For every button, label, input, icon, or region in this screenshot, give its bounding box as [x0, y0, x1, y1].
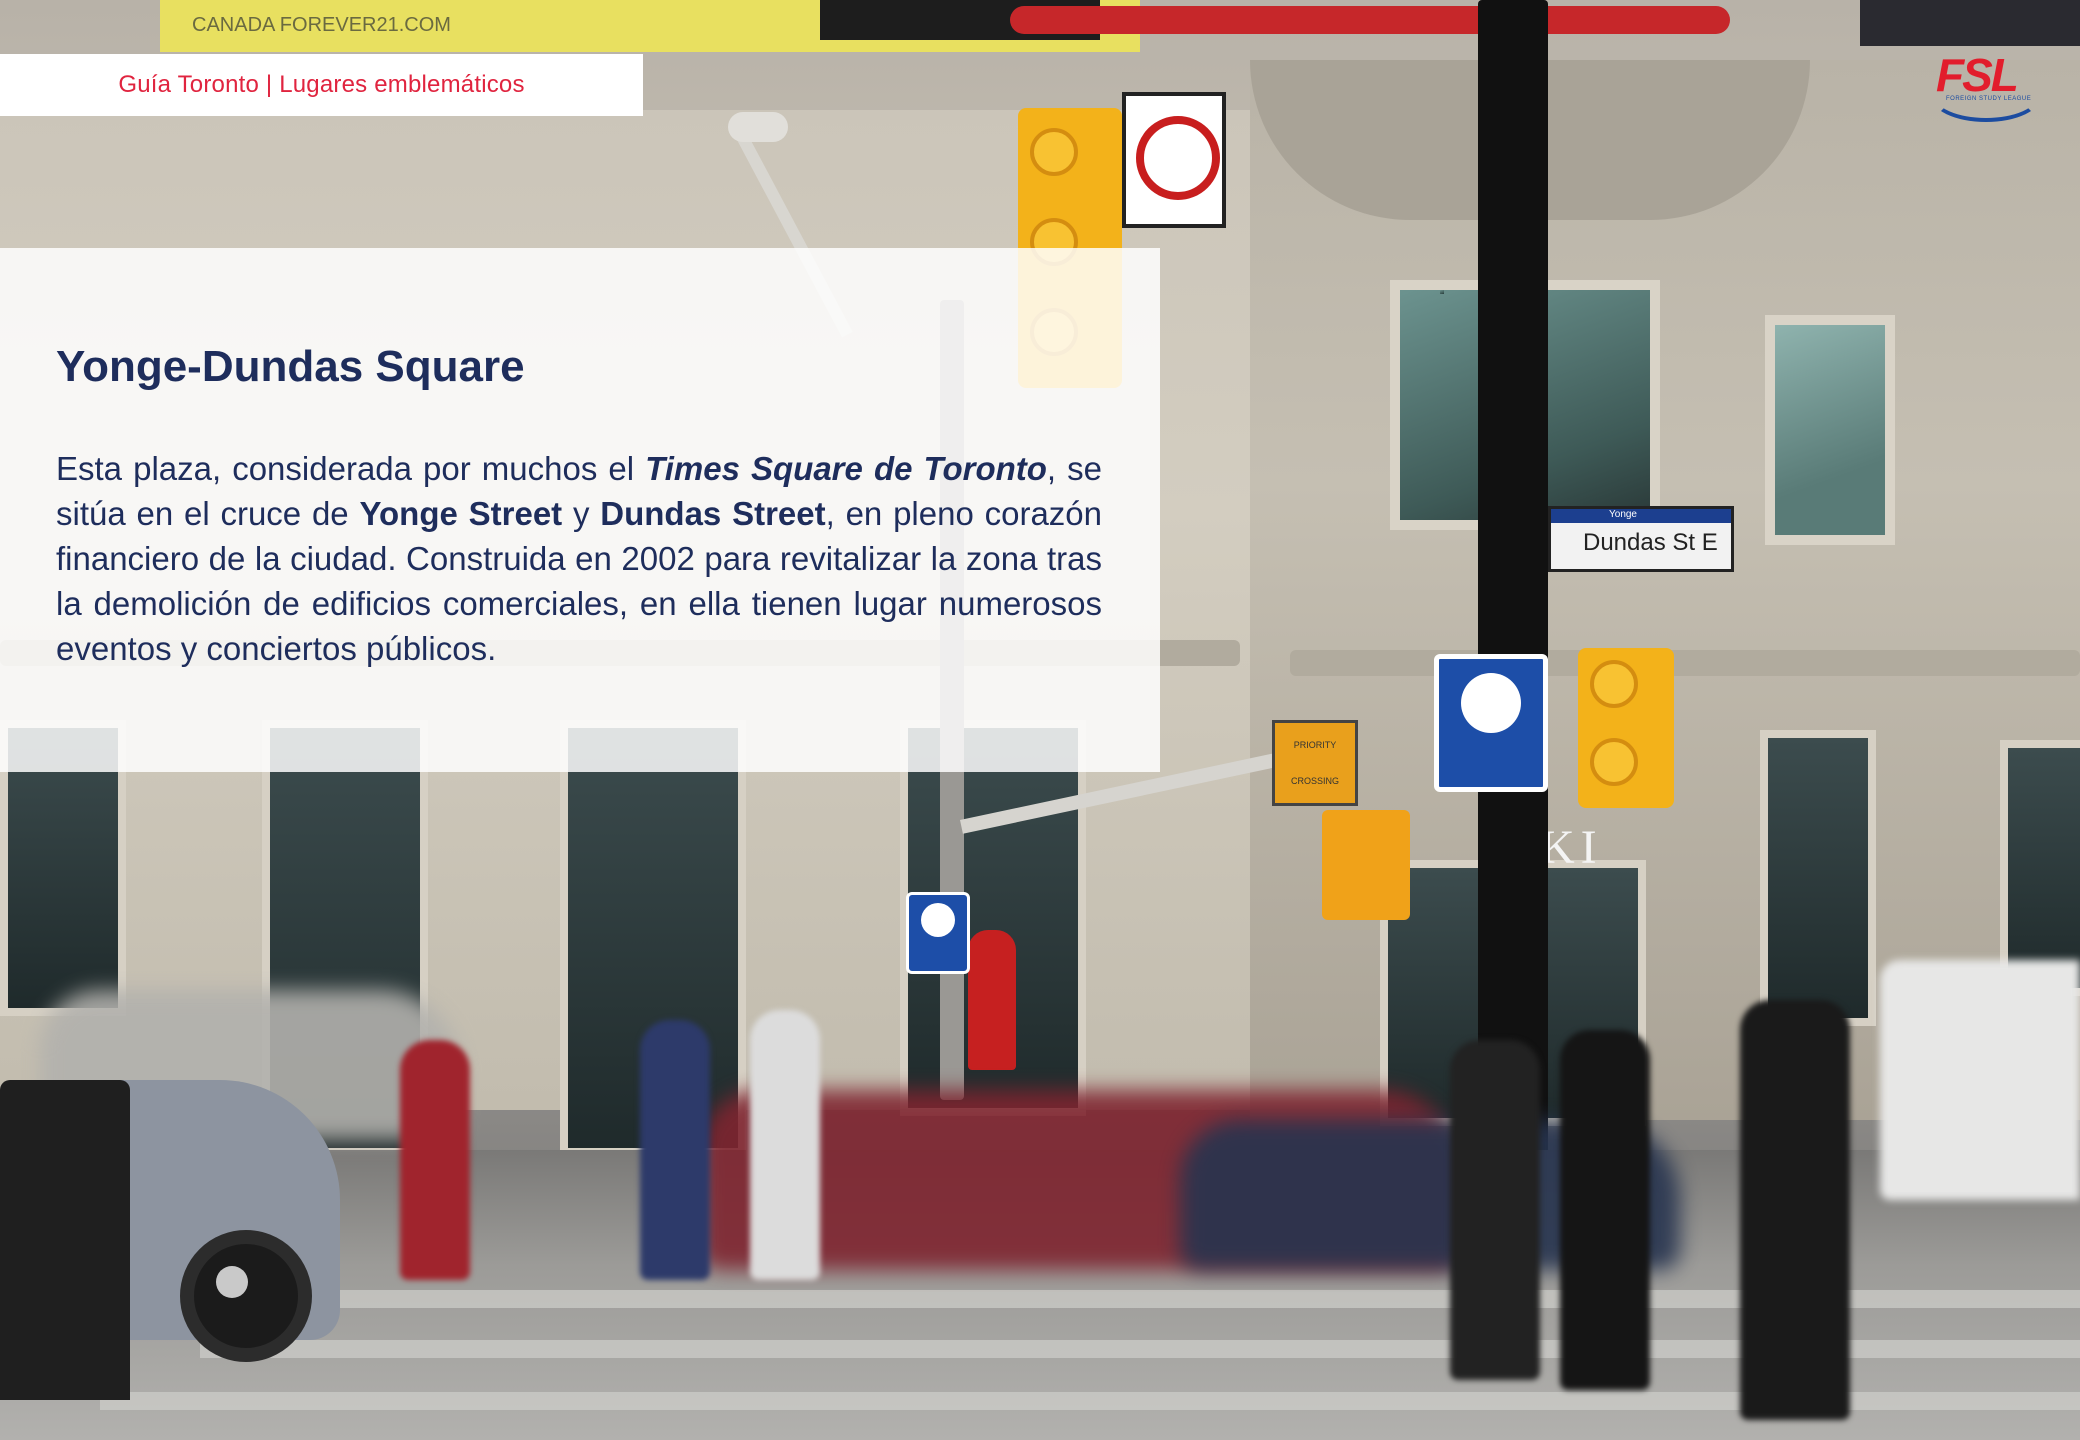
info-sign-small — [906, 892, 970, 974]
fsl-logo: FSL FOREIGN STUDY LEAGUE — [1930, 48, 2050, 122]
billboard-banner: CANADA FOREVER21.COM — [160, 0, 1140, 52]
billboard-text: CANADA FOREVER21.COM — [192, 14, 451, 36]
street-lamp — [728, 112, 788, 142]
store-sign-text: KI — [1540, 821, 1603, 874]
body-text-1: Esta plaza, considerada por muchos el — [56, 450, 646, 487]
card-body: Esta plaza, considerada por muchos el Ti… — [56, 446, 1102, 671]
priority-crossing-sign: PRIORITY CROSSING — [1272, 720, 1358, 806]
billboard-right — [1860, 0, 2080, 46]
street-sign-text: Dundas St E — [1583, 529, 1718, 556]
guide-header: Guía Toronto | Lugares emblemáticos — [0, 54, 643, 116]
logo-subtext: FOREIGN STUDY LEAGUE — [1946, 96, 2032, 102]
street-sign: Yonge Dundas St E — [1548, 506, 1734, 572]
body-emphasis-times-square: Times Square de Toronto — [645, 450, 1047, 487]
traffic-light-2 — [1578, 648, 1674, 808]
body-emphasis-yonge: Yonge Street — [359, 495, 563, 532]
street-bin — [0, 1080, 130, 1400]
logo-text: FSL — [1936, 49, 2019, 101]
street-sign-top: Yonge — [1609, 509, 1637, 520]
no-turn-sign — [1122, 92, 1226, 228]
traffic-arm — [1010, 6, 1730, 34]
pedestrian-signal — [1322, 810, 1410, 920]
card-title: Yonge-Dundas Square — [56, 342, 525, 391]
info-sign — [1434, 654, 1548, 792]
guide-header-text: Guía Toronto | Lugares emblemáticos — [118, 71, 525, 98]
body-emphasis-dundas: Dundas Street — [600, 495, 826, 532]
priority-sign-text: PRIORITY CROSSING — [1290, 740, 1339, 786]
body-text-3: y — [562, 495, 601, 532]
